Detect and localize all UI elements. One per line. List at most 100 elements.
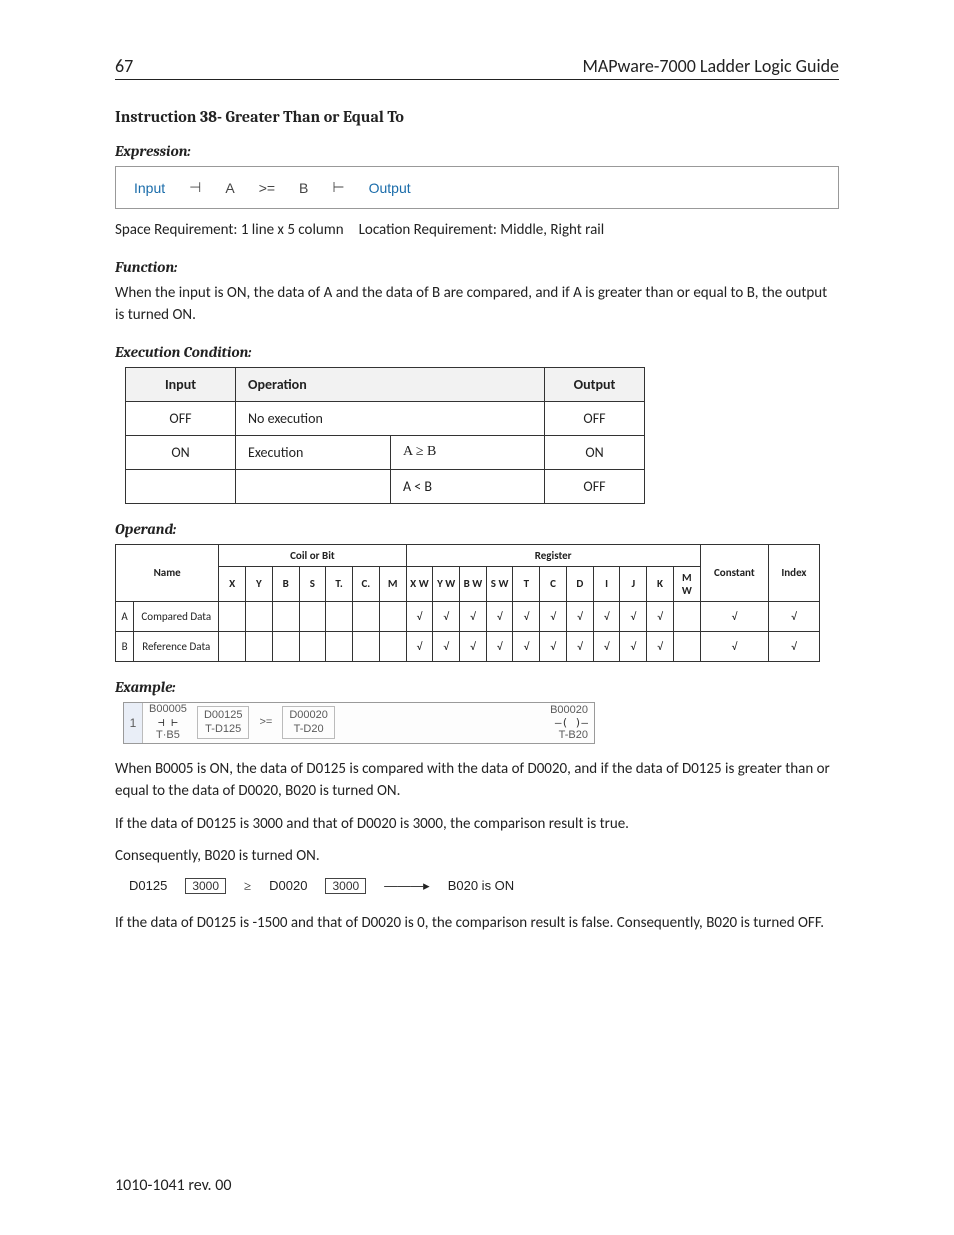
th: C. (352, 566, 379, 601)
cell (379, 601, 406, 631)
cell: √ (620, 601, 647, 631)
cell: √ (460, 601, 487, 631)
cell (272, 631, 299, 661)
footer-rev: 1010-1041 rev. 00 (115, 1176, 231, 1195)
cell (246, 631, 273, 661)
cell: A < B (391, 469, 545, 503)
cmp-b-value: 3000 (325, 878, 366, 894)
table-row: B Reference Data √ √ √ √ √ √ √ √ √ √ √ √ (116, 631, 820, 661)
io-symbol-right: ⊢ (332, 179, 344, 196)
cell: ON (126, 435, 236, 469)
cell: √ (700, 631, 768, 661)
space-loc: Space Requirement: 1 line x 5 column Loc… (115, 219, 839, 242)
expression-heading: Expression: (115, 142, 839, 160)
table-row: A Compared Data √ √ √ √ √ √ √ √ √ √ √ √ (116, 601, 820, 631)
th: B (272, 566, 299, 601)
cell (299, 631, 326, 661)
rung-number: 1 (124, 703, 143, 743)
th: T (513, 566, 540, 601)
cell: OFF (126, 401, 236, 435)
cell: √ (486, 631, 513, 661)
th: B W (460, 566, 487, 601)
cell: Execution (236, 435, 391, 469)
cell (236, 469, 391, 503)
cell (219, 601, 246, 631)
cell: √ (593, 631, 620, 661)
cmp-a-label: D0125 (129, 878, 167, 893)
cell (673, 631, 700, 661)
th: J (620, 566, 647, 601)
cell: √ (593, 601, 620, 631)
ladder-diagram: 1 B00005 ⊣ ⊢ T·B5 D00125 T-D125 >= D0002… (123, 702, 595, 744)
th: X (219, 566, 246, 601)
th: Y (246, 566, 273, 601)
th-register: Register (406, 544, 700, 566)
contact-label: B00005 (149, 703, 187, 716)
cell (246, 601, 273, 631)
a-bot: T-D125 (204, 723, 243, 736)
th-index: Index (768, 544, 819, 601)
th-output: Output (545, 367, 645, 401)
table-row: A < B OFF (126, 469, 645, 503)
function-heading: Function: (115, 258, 839, 276)
page-number: 67 (115, 55, 133, 77)
th: T. (326, 566, 353, 601)
th: M W (673, 566, 700, 601)
exec-heading: Execution Condition: (115, 343, 839, 361)
th: D (566, 566, 593, 601)
cell: √ (768, 601, 819, 631)
b-bot: T-D20 (289, 723, 328, 736)
cell: √ (433, 631, 460, 661)
cell: A ≥ B (391, 435, 545, 469)
cell: √ (513, 601, 540, 631)
cell: √ (647, 601, 674, 631)
cell: √ (540, 631, 567, 661)
para-1: When B0005 is ON, the data of D0125 is c… (115, 758, 839, 803)
cmp-b-label: D0020 (269, 878, 307, 893)
doc-title: MAPware-7000 Ladder Logic Guide (582, 55, 839, 77)
io-A: A (225, 180, 234, 196)
cell (379, 631, 406, 661)
th-name: Name (116, 544, 219, 601)
io-input-label: Input (134, 180, 165, 196)
coil-top: B00020 (550, 704, 588, 716)
cell: B (116, 631, 134, 661)
para-4: If the data of D0125 is -1500 and that o… (115, 912, 839, 935)
cell (272, 601, 299, 631)
section-title: Instruction 38- Greater Than or Equal To (115, 108, 839, 126)
b-top: D00020 (289, 709, 328, 722)
table-row: ON Execution A ≥ B ON (126, 435, 645, 469)
cell: √ (620, 631, 647, 661)
cell: √ (540, 601, 567, 631)
cell (326, 601, 353, 631)
th-coil: Coil or Bit (219, 544, 406, 566)
io-op: >= (259, 180, 275, 196)
table-row: OFF No execution OFF (126, 401, 645, 435)
operand-a: D00125 T-D125 (197, 706, 250, 738)
th-operation: Operation (236, 367, 545, 401)
th: X W (406, 566, 433, 601)
cmp-op: ≥ (244, 878, 251, 894)
th: S (299, 566, 326, 601)
th: I (593, 566, 620, 601)
cell: √ (513, 631, 540, 661)
cell (219, 631, 246, 661)
th-input: Input (126, 367, 236, 401)
para-3: Consequently, B020 is turned ON. (115, 845, 839, 868)
cell (326, 631, 353, 661)
coil-bot: T-B20 (550, 729, 588, 741)
exec-table: Input Operation Output OFF No execution … (125, 367, 645, 504)
cell: √ (406, 631, 433, 661)
cell (126, 469, 236, 503)
contact-tag: T·B5 (149, 729, 187, 742)
cell: √ (566, 631, 593, 661)
cmp-result: B020 is ON (448, 878, 514, 893)
cell: A (116, 601, 134, 631)
cell: √ (768, 631, 819, 661)
cell (299, 601, 326, 631)
a-top: D00125 (204, 709, 243, 722)
operand-table: Name Coil or Bit Register Constant Index… (115, 544, 820, 662)
th: K (647, 566, 674, 601)
th: S W (486, 566, 513, 601)
expression-box: Input ⊣ A >= B ⊢ Output (115, 166, 839, 209)
